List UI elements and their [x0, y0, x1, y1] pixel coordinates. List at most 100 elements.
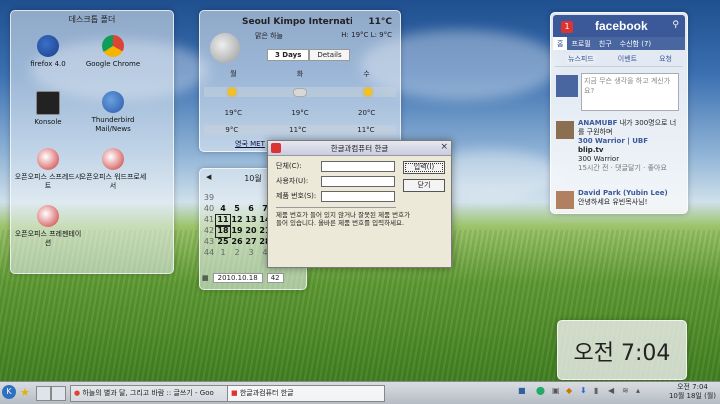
fb-nav-friends[interactable]: 친구 — [595, 37, 616, 50]
task-label: 한글과컴퓨터 한글 — [239, 389, 294, 397]
tray-network-icon[interactable]: ⬤ — [536, 386, 545, 395]
post-link[interactable]: 300 Warrior | UBF — [578, 137, 648, 145]
calendar-day-today[interactable]: 18 — [215, 225, 231, 238]
desktop-icon-konsole[interactable]: Konsole — [13, 91, 83, 127]
calendar-day[interactable]: 1 — [216, 248, 230, 259]
tray-battery-icon[interactable]: ▮ — [594, 386, 598, 395]
desktop-icon-wordprocessor[interactable]: 오픈오피스 워드프로세서 — [78, 148, 148, 191]
tray-keyboard-icon[interactable]: ■ — [518, 386, 526, 395]
calendar-day[interactable]: 27 — [244, 237, 258, 248]
fb-tab-events[interactable]: 이벤트 — [618, 54, 637, 64]
calendar-day[interactable]: 25 — [216, 237, 230, 248]
desktop-icon-firefox[interactable]: firefox 4.0 — [13, 35, 83, 69]
desktop-icon-label: Google Chrome — [85, 60, 141, 68]
calendar-day[interactable] — [230, 193, 244, 204]
star-icon[interactable]: ★ — [20, 386, 33, 399]
weather-day: 수 — [363, 70, 370, 78]
calendar-week-field[interactable]: 42 — [266, 273, 284, 283]
tray-update-icon[interactable]: ◆ — [566, 386, 572, 395]
tray-download-icon[interactable]: ⬇ — [580, 386, 587, 395]
calendar-day[interactable]: 19 — [230, 226, 244, 237]
calendar-day[interactable]: 20 — [244, 226, 258, 237]
calendar-day[interactable]: 26 — [230, 237, 244, 248]
weather-day: 화 — [296, 70, 304, 78]
weather-high: 19°C — [291, 109, 309, 117]
fb-nav-profile[interactable]: 프로필 — [567, 37, 594, 50]
serial-input[interactable] — [321, 191, 395, 202]
desktop-icon-label: Thunderbird Mail/News — [91, 116, 135, 133]
fb-nav-inbox[interactable]: 수신함 (7) — [616, 37, 655, 50]
kde-menu-icon[interactable]: K — [2, 385, 16, 399]
spreadsheet-icon — [37, 148, 59, 170]
post-sub: 300 Warrior — [578, 155, 620, 163]
pager-icon[interactable] — [51, 386, 66, 401]
weather-high-low: H: 19°C L: 9°C — [341, 31, 392, 39]
tab-3-days[interactable]: 3 Days — [267, 49, 310, 61]
calendar-day[interactable]: 4 — [216, 204, 230, 215]
post-meta[interactable]: 15시간 전 · 댓글달기 · 좋아요 — [578, 164, 667, 172]
calendar-week-number: 42 — [203, 226, 215, 235]
weather-day: 월 — [230, 70, 237, 78]
calendar-day[interactable]: 6 — [244, 204, 258, 215]
facebook-subtabs: 뉴스피드 이벤트 요청 — [555, 54, 683, 67]
calendar-day[interactable]: 12 — [230, 215, 244, 226]
weather-low: 11°C — [357, 126, 375, 134]
notification-badge[interactable]: 1 — [561, 21, 573, 33]
desktop-icon-spreadsheet[interactable]: 오픈오피스 스프레드시트 — [13, 148, 83, 191]
fb-nav-home[interactable]: 홈 — [553, 37, 568, 50]
weather-low: 9°C — [225, 126, 239, 134]
calendar-day[interactable]: 3 — [244, 248, 258, 259]
feed-post: ANAMUBF 내가 300명으로 너를 구원하며 300 Warrior | … — [556, 119, 682, 173]
calendar-day[interactable] — [216, 193, 230, 204]
close-button[interactable]: 닫기 — [403, 179, 445, 192]
tray-volume-icon[interactable]: ◀ — [608, 386, 614, 395]
taskbar: K ★ ● 하늘의 별과 달, 그리고 바람 :: 글쓰기 - Goo ■ 한글… — [0, 381, 720, 404]
calendar-day[interactable]: 5 — [230, 204, 244, 215]
close-icon[interactable]: × — [440, 142, 448, 152]
taskbar-clock[interactable]: 오전 7:04 10월 18일 (월) — [669, 383, 716, 401]
show-desktop-icon[interactable] — [36, 386, 51, 401]
calendar-today-icon[interactable]: ▦ — [202, 274, 209, 282]
firefox-icon — [37, 35, 59, 57]
task-chrome-window[interactable]: ● 하늘의 별과 달, 그리고 바람 :: 글쓰기 - Goo — [70, 385, 228, 402]
clock-time: 오전 7:04 — [573, 341, 671, 366]
post-text: 안녕하세요 유빈목사님! — [578, 198, 648, 206]
user-input[interactable] — [321, 176, 395, 187]
dialog-message: 제품 번호가 들어 있지 않거나 잘못된 제품 번호가 들어 있습니다. 올바른… — [276, 211, 411, 227]
field-label-organization: 단체(C): — [276, 162, 302, 170]
tab-details[interactable]: Details — [309, 49, 350, 61]
post-author[interactable]: David Park — [578, 189, 621, 197]
calendar-week-number: 44 — [203, 248, 215, 257]
tray-clipboard-icon[interactable]: ▣ — [552, 386, 560, 395]
desktop-icon-thunderbird[interactable]: Thunderbird Mail/News — [78, 91, 148, 134]
sun-icon — [363, 88, 372, 96]
folder-title: 데스크톱 폴더 — [68, 15, 116, 24]
organization-input[interactable] — [321, 161, 395, 172]
calendar-day[interactable]: 11 — [215, 214, 231, 227]
weather-source-link[interactable]: 영국 MET — [235, 139, 265, 149]
fb-tab-newsfeed[interactable]: 뉴스피드 — [566, 54, 596, 64]
status-input[interactable]: 지금 무슨 생각을 하고 계신가요? — [581, 73, 679, 111]
tray-wifi-icon[interactable]: ≋ — [622, 386, 629, 395]
post-author[interactable]: ANAMUBF — [578, 119, 617, 127]
desktop-icon-presentation[interactable]: 오픈오피스 프레젠테이션 — [13, 205, 83, 248]
post-author-extra[interactable]: (Yubin Lee) — [623, 189, 668, 197]
task-hancom-window[interactable]: ■ 한글과컴퓨터 한글 — [227, 385, 385, 402]
calendar-date-field[interactable]: 2010.10.18 — [212, 273, 263, 283]
product-registration-dialog: 한글과컴퓨터 한글 × 단체(C): 사용자(U): 제품 번호(S): 입력(… — [267, 140, 452, 268]
enter-button[interactable]: 입력(I) — [403, 161, 445, 174]
calendar-day[interactable]: 13 — [244, 215, 258, 226]
desktop-folder-widget: 데스크톱 폴더 firefox 4.0 Google Chrome Konsol… — [10, 10, 174, 274]
calendar-grid: 39 40 4 5 6 7 41 11 12 13 14 42 18 19 20… — [202, 193, 272, 259]
weather-current-temp: 11°C — [368, 17, 392, 27]
taskbar-clock-date: 10월 18일 (월) — [668, 392, 716, 400]
post-author-avatar — [556, 191, 574, 209]
calendar-day[interactable] — [244, 193, 258, 204]
tray-expand-icon[interactable]: ▴ — [636, 386, 640, 395]
dialog-titlebar[interactable]: 한글과컴퓨터 한글 × — [268, 141, 451, 156]
calendar-day[interactable]: 2 — [230, 248, 244, 259]
search-icon[interactable]: ⚲ — [672, 20, 679, 30]
weather-lows-row: 9°C 11°C 11°C — [200, 126, 400, 134]
fb-tab-requests[interactable]: 요청 — [659, 54, 672, 64]
desktop-icon-chrome[interactable]: Google Chrome — [78, 35, 148, 69]
